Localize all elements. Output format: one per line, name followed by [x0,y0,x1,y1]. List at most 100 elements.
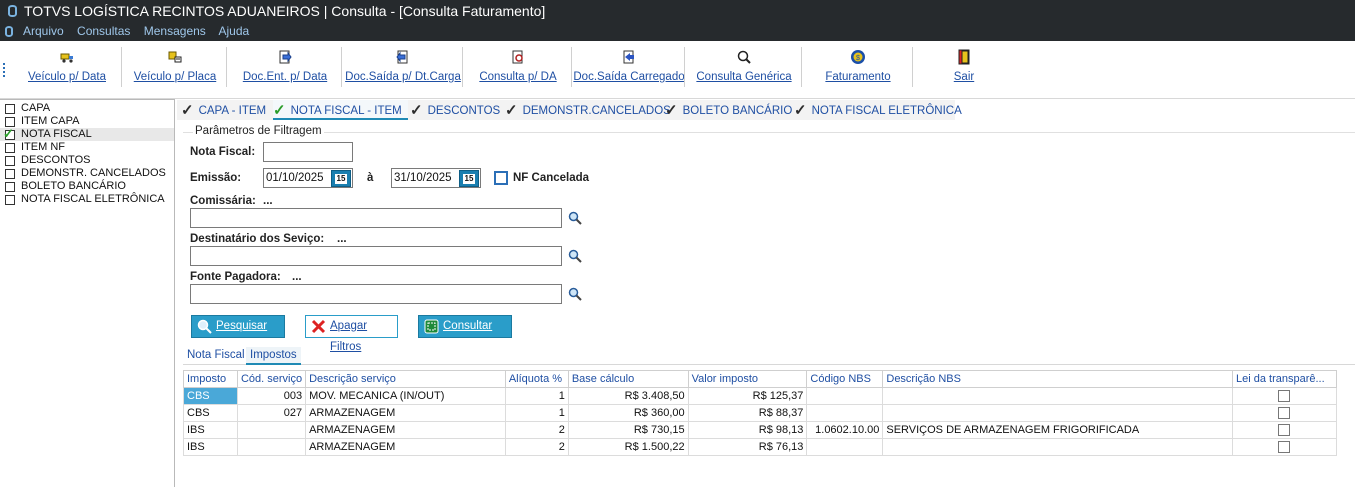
checkbox[interactable] [5,143,15,153]
tab-nota-fiscal-item[interactable]: ✓ NOTA FISCAL - ITEM [273,100,408,120]
column-header[interactable]: Valor imposto [687,370,808,388]
destinatario-ellipsis[interactable]: ... [337,233,347,245]
consulta-generica-button[interactable]: Consulta Genérica [686,47,802,91]
aliquota-cell[interactable]: 1 [504,404,569,422]
valor-imposto-cell[interactable]: R$ 76,13 [687,438,808,456]
toolbar-grip[interactable] [3,63,5,77]
tree-item-descontos[interactable]: DESCONTOS [0,154,174,167]
tree-item-boleto-bancario[interactable]: BOLETO BANCÁRIO [0,180,174,193]
tab-capa-item[interactable]: ✓ CAPA - ITEM [181,100,266,120]
valor-imposto-cell[interactable]: R$ 98,13 [687,421,808,439]
search-icon[interactable] [568,249,582,263]
faturamento-button[interactable]: $ Faturamento [803,47,913,91]
column-header[interactable]: Descrição serviço [305,370,506,388]
cod-servico-cell[interactable]: 003 [236,387,307,405]
descricao-servico-cell[interactable]: MOV. MECANICA (IN/OUT) [305,387,506,405]
codigo-nbs-cell[interactable]: 1.0602.10.00 [806,421,884,439]
nota-fiscal-input[interactable] [263,142,353,162]
base-calculo-cell[interactable]: R$ 3.408,50 [567,387,689,405]
column-header[interactable]: Cód. serviço [236,370,307,388]
descricao-servico-cell[interactable]: ARMAZENAGEM [305,438,506,456]
aliquota-cell[interactable]: 1 [504,387,569,405]
apagar-filtros-button[interactable]: Apagar Filtros [305,315,398,353]
descricao-nbs-cell[interactable] [882,438,1233,456]
cod-servico-cell[interactable]: 027 [236,404,307,422]
descricao-servico-cell[interactable]: ARMAZENAGEM [305,404,506,422]
table-row[interactable]: IBS ARMAZENAGEM 2 R$ 1.500,22 R$ 76,13 [183,438,1338,456]
aliquota-cell[interactable]: 2 [504,421,569,439]
imposto-cell[interactable]: CBS [183,404,238,422]
checkbox[interactable] [5,104,15,114]
pesquisar-button[interactable]: Pesquisar [191,315,285,338]
aliquota-cell[interactable]: 2 [504,438,569,456]
fonte-pagadora-ellipsis[interactable]: ... [292,271,302,283]
comissaria-input[interactable] [190,208,562,228]
subtab-nota-fiscal[interactable]: Nota Fiscal [183,347,249,365]
menu-arquivo[interactable]: Arquivo [23,24,64,38]
descricao-nbs-cell[interactable] [882,387,1233,405]
veiculo-data-button[interactable]: Veículo p/ Data [12,47,122,91]
tree-item-nota-fiscal[interactable]: ✓ NOTA FISCAL [0,127,174,141]
lei-transparencia-cell[interactable] [1231,438,1338,456]
checkbox[interactable] [1278,424,1291,437]
checkbox[interactable] [5,169,15,179]
tree-item-nota-fiscal-eletronica[interactable]: NOTA FISCAL ELETRÔNICA [0,193,174,206]
menu-ajuda[interactable]: Ajuda [218,24,249,38]
descricao-nbs-cell[interactable] [882,404,1233,422]
tree-item-item-capa[interactable]: ITEM CAPA [0,115,174,128]
cod-servico-cell[interactable] [236,421,307,439]
cod-servico-cell[interactable] [236,438,307,456]
comissaria-ellipsis[interactable]: ... [263,195,273,207]
imposto-cell[interactable]: IBS [183,438,238,456]
column-header[interactable]: Lei da transparê... [1231,370,1338,388]
valor-imposto-cell[interactable]: R$ 125,37 [687,387,808,405]
tab-nota-fiscal-eletronica[interactable]: ✓ NOTA FISCAL ELETRÔNICA [794,100,962,120]
nf-cancelada-checkbox[interactable] [494,171,508,185]
doc-ent-data-button[interactable]: Doc.Ent. p/ Data [228,47,342,91]
doc-saida-carregado-button[interactable]: Doc.Saída Carregado [573,47,685,91]
lei-transparencia-cell[interactable] [1231,387,1338,405]
consulta-da-button[interactable]: Consulta p/ DA [464,47,572,91]
destinatario-input[interactable] [190,246,562,266]
descricao-servico-cell[interactable]: ARMAZENAGEM [305,421,506,439]
base-calculo-cell[interactable]: R$ 730,15 [567,421,689,439]
consultar-button[interactable]: Consultar [418,315,512,338]
subtab-impostos[interactable]: Impostos [246,347,301,365]
calendar-icon[interactable]: 15 [331,170,351,187]
valor-imposto-cell[interactable]: R$ 88,37 [687,404,808,422]
column-header[interactable]: Código NBS [806,370,884,388]
sair-button[interactable]: Sair [914,47,1014,91]
checkbox[interactable] [1278,390,1291,403]
base-calculo-cell[interactable]: R$ 1.500,22 [567,438,689,456]
imposto-cell[interactable]: CBS [183,387,238,405]
calendar-icon[interactable]: 15 [459,170,479,187]
doc-saida-carga-button[interactable]: Doc.Saída p/ Dt.Carga [343,47,463,91]
tab-boleto-bancario[interactable]: ✓ BOLETO BANCÁRIO [665,100,792,120]
column-header[interactable]: Imposto [183,370,238,388]
menu-mensagens[interactable]: Mensagens [144,24,206,38]
codigo-nbs-cell[interactable] [806,404,884,422]
imposto-cell[interactable]: IBS [183,421,238,439]
tab-descontos[interactable]: ✓ DESCONTOS [410,100,500,120]
menu-consultas[interactable]: Consultas [77,24,130,38]
table-row[interactable]: CBS 027 ARMAZENAGEM 1 R$ 360,00 R$ 88,37 [183,404,1338,422]
lei-transparencia-cell[interactable] [1231,404,1338,422]
fonte-pagadora-input[interactable] [190,284,562,304]
checkbox[interactable] [1278,441,1291,454]
codigo-nbs-cell[interactable] [806,438,884,456]
table-row[interactable]: CBS 003 MOV. MECANICA (IN/OUT) 1 R$ 3.40… [183,387,1338,405]
veiculo-placa-button[interactable]: Veículo p/ Placa [123,47,227,91]
table-row[interactable]: IBS ARMAZENAGEM 2 R$ 730,15 R$ 98,13 1.0… [183,421,1338,439]
tree-item-item-nf[interactable]: ITEM NF [0,141,174,154]
descricao-nbs-cell[interactable]: SERVIÇOS DE ARMAZENAGEM FRIGORIFICADA [882,421,1233,439]
checkbox[interactable] [5,195,15,205]
column-header[interactable]: Base cálculo [567,370,689,388]
codigo-nbs-cell[interactable] [806,387,884,405]
lei-transparencia-cell[interactable] [1231,421,1338,439]
tree-item-capa[interactable]: CAPA [0,102,174,115]
tree-item-demonstr-cancelados[interactable]: DEMONSTR. CANCELADOS [0,167,174,180]
checkbox[interactable] [5,156,15,166]
checkbox[interactable] [1278,407,1291,420]
column-header[interactable]: Descrição NBS [882,370,1233,388]
base-calculo-cell[interactable]: R$ 360,00 [567,404,689,422]
